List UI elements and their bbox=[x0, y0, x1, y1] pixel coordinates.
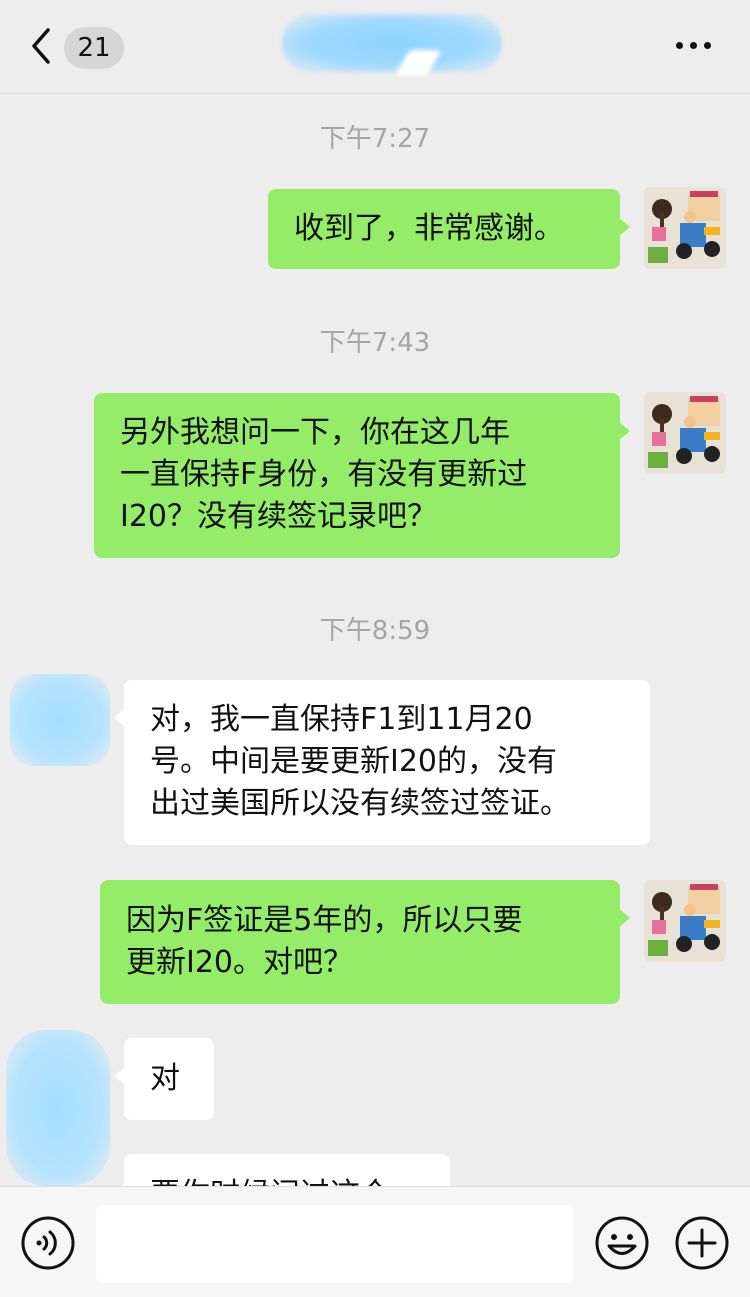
contact-avatar-redacted[interactable] bbox=[6, 1030, 110, 1186]
chat-header: 21 bbox=[0, 0, 750, 94]
timestamp: 下午7:27 bbox=[319, 124, 431, 154]
received-message-bubble[interactable]: 对 bbox=[114, 1038, 214, 1120]
timestamp: 下午8:59 bbox=[319, 616, 431, 646]
message-text-line: 因为F签证是5年的，所以只要 bbox=[126, 903, 523, 938]
lego-avatar-icon bbox=[644, 880, 726, 962]
message-text-line: 号。中间是要更新I20的，没有 bbox=[150, 744, 558, 779]
emoji-button[interactable] bbox=[594, 1215, 650, 1271]
voice-button[interactable] bbox=[20, 1215, 76, 1271]
more-button[interactable] bbox=[674, 36, 714, 56]
emoji-icon bbox=[595, 1216, 649, 1270]
message-text-line: 出过美国所以没有续签过签证。 bbox=[150, 786, 570, 821]
my-avatar[interactable] bbox=[644, 187, 726, 269]
message-text-line: 一直保持F身份，有没有更新过 bbox=[120, 457, 528, 492]
sent-message-bubble[interactable]: 收到了，非常感谢。 bbox=[268, 189, 630, 269]
received-message-bubble[interactable]: 要你时候问过这个 bbox=[114, 1154, 450, 1186]
contact-name-redacted bbox=[282, 14, 502, 72]
message-text: 收到了，非常感谢。 bbox=[294, 211, 564, 246]
message-text-line: I20？没有续签记录吧？ bbox=[120, 499, 438, 534]
plus-icon bbox=[675, 1216, 729, 1270]
back-button[interactable] bbox=[26, 26, 56, 66]
chat-screen: 21 下午7:27 收到了，非常感谢。 下午7:43 另外我想问一下，你在这几年… bbox=[0, 0, 750, 1297]
message-list[interactable]: 下午7:27 收到了，非常感谢。 下午7:43 另外我想问一下，你在这几年 一直… bbox=[0, 94, 750, 1186]
my-avatar[interactable] bbox=[644, 880, 726, 962]
lego-avatar-icon bbox=[644, 392, 726, 474]
chevron-left-icon bbox=[32, 28, 50, 64]
sent-message-bubble[interactable]: 另外我想问一下，你在这几年 一直保持F身份，有没有更新过 I20？没有续签记录吧… bbox=[94, 393, 630, 558]
sent-message-bubble[interactable]: 因为F签证是5年的，所以只要 更新I20。对吧？ bbox=[100, 880, 630, 1004]
message-text: 对 bbox=[150, 1061, 180, 1096]
message-text-line: 另外我想问一下，你在这几年 bbox=[120, 415, 510, 450]
message-text: 要你时候问过这个 bbox=[150, 1174, 424, 1186]
input-bar bbox=[0, 1186, 750, 1297]
message-input[interactable] bbox=[96, 1205, 574, 1283]
contact-avatar-redacted[interactable] bbox=[10, 674, 110, 766]
lego-avatar-icon bbox=[644, 187, 726, 269]
message-text-line: 对，我一直保持F1到11月20 bbox=[150, 702, 533, 737]
received-message-bubble[interactable]: 对，我一直保持F1到11月20 号。中间是要更新I20的，没有 出过美国所以没有… bbox=[114, 680, 650, 845]
my-avatar[interactable] bbox=[644, 392, 726, 474]
ellipsis-icon bbox=[676, 42, 683, 49]
message-text-line: 更新I20。对吧？ bbox=[126, 945, 354, 980]
unread-count-badge[interactable]: 21 bbox=[64, 27, 124, 69]
plus-button[interactable] bbox=[674, 1215, 730, 1271]
timestamp: 下午7:43 bbox=[319, 328, 431, 358]
voice-icon bbox=[21, 1216, 75, 1270]
